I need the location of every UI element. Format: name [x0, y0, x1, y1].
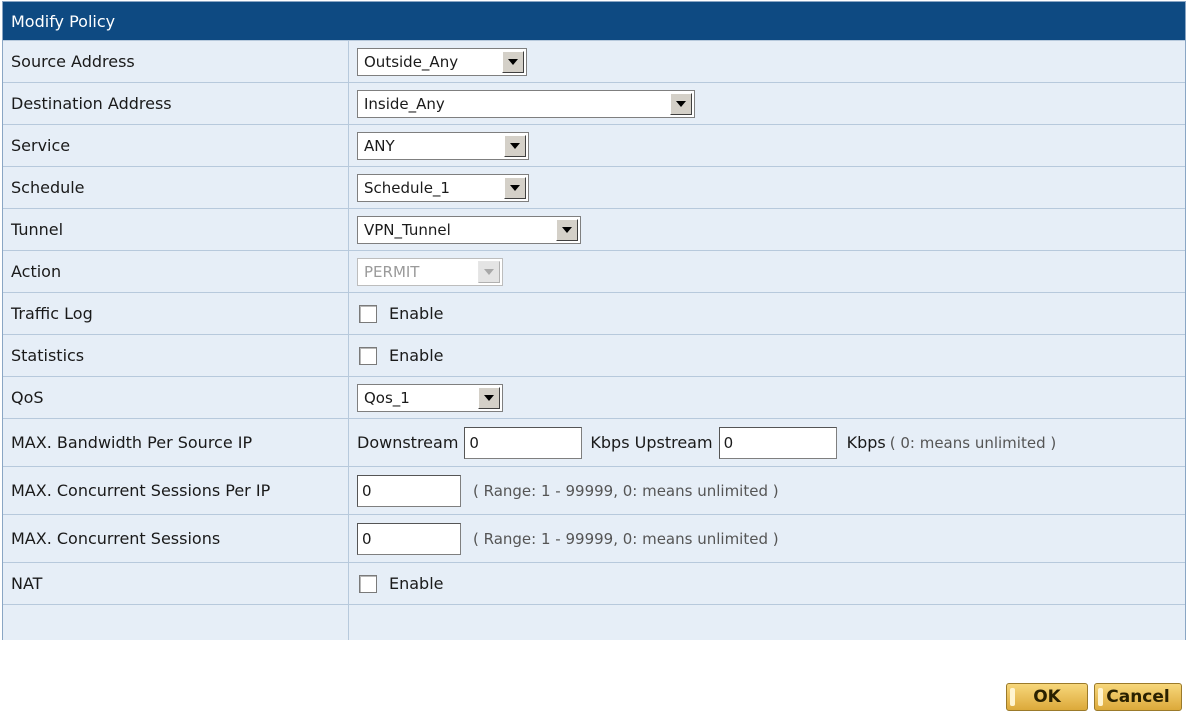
tunnel-label: Tunnel — [3, 209, 349, 250]
row-max-sessions-per-ip: MAX. Concurrent Sessions Per IP ( Range:… — [3, 466, 1185, 514]
service-select[interactable]: ANY — [357, 131, 529, 160]
service-label: Service — [3, 125, 349, 166]
traffic-log-label: Traffic Log — [3, 293, 349, 334]
downstream-input[interactable] — [464, 426, 583, 459]
action-value: PERMIT — [364, 262, 420, 281]
source-address-value: Outside_Any — [364, 52, 459, 71]
max-sessions-hint: ( Range: 1 - 99999, 0: means unlimited ) — [473, 529, 779, 548]
traffic-log-enable-label: Enable — [389, 304, 444, 323]
source-address-label: Source Address — [3, 41, 349, 82]
row-max-bandwidth: MAX. Bandwidth Per Source IP Downstream … — [3, 418, 1185, 466]
max-bandwidth-label: MAX. Bandwidth Per Source IP — [3, 419, 349, 466]
max-sessions-label: MAX. Concurrent Sessions — [3, 515, 349, 562]
chevron-down-icon[interactable] — [670, 92, 692, 115]
row-service: Service ANY — [3, 124, 1185, 166]
panel-header: Modify Policy — [3, 2, 1185, 40]
service-value: ANY — [364, 136, 395, 155]
chevron-down-icon[interactable] — [478, 386, 500, 409]
row-nat: NAT Enable — [3, 562, 1185, 604]
qos-value: Qos_1 — [364, 388, 410, 407]
kbps-upstream-label: Kbps Upstream — [590, 433, 713, 452]
schedule-value: Schedule_1 — [364, 178, 450, 197]
max-sessions-per-ip-hint: ( Range: 1 - 99999, 0: means unlimited ) — [473, 481, 779, 500]
button-bar: OK Cancel — [0, 640, 1187, 726]
chevron-down-icon[interactable] — [556, 218, 578, 241]
action-select: PERMIT — [357, 257, 503, 286]
chevron-down-icon[interactable] — [502, 50, 524, 73]
schedule-select[interactable]: Schedule_1 — [357, 173, 529, 202]
tunnel-select[interactable]: VPN_Tunnel — [357, 215, 581, 244]
max-sessions-per-ip-label: MAX. Concurrent Sessions Per IP — [3, 467, 349, 514]
page-title: Modify Policy — [11, 11, 116, 31]
source-address-select[interactable]: Outside_Any — [357, 47, 527, 76]
max-sessions-input[interactable] — [357, 522, 461, 555]
statistics-checkbox[interactable] — [359, 346, 377, 365]
tunnel-value: VPN_Tunnel — [364, 220, 451, 239]
destination-address-select[interactable]: Inside_Any — [357, 89, 695, 118]
qos-select[interactable]: Qos_1 — [357, 383, 503, 412]
schedule-label: Schedule — [3, 167, 349, 208]
chevron-down-icon[interactable] — [504, 176, 526, 199]
ok-button[interactable]: OK — [1006, 683, 1088, 711]
kbps-label: Kbps — [846, 433, 886, 452]
destination-address-label: Destination Address — [3, 83, 349, 124]
statistics-label: Statistics — [3, 335, 349, 376]
row-qos: QoS Qos_1 — [3, 376, 1185, 418]
downstream-label: Downstream — [357, 433, 459, 452]
row-action: Action PERMIT — [3, 250, 1185, 292]
traffic-log-checkbox[interactable] — [359, 304, 377, 323]
statistics-enable-label: Enable — [389, 346, 444, 365]
bandwidth-hint: ( 0: means unlimited ) — [889, 433, 1057, 452]
row-schedule: Schedule Schedule_1 — [3, 166, 1185, 208]
nat-enable-label: Enable — [389, 574, 444, 593]
nat-checkbox[interactable] — [359, 574, 377, 593]
cancel-button[interactable]: Cancel — [1094, 683, 1182, 711]
row-max-sessions: MAX. Concurrent Sessions ( Range: 1 - 99… — [3, 514, 1185, 562]
row-tunnel: Tunnel VPN_Tunnel — [3, 208, 1185, 250]
action-label: Action — [3, 251, 349, 292]
row-source-address: Source Address Outside_Any — [3, 40, 1185, 82]
qos-label: QoS — [3, 377, 349, 418]
upstream-input[interactable] — [718, 426, 837, 459]
row-traffic-log: Traffic Log Enable — [3, 292, 1185, 334]
chevron-down-icon — [478, 260, 500, 283]
max-sessions-per-ip-input[interactable] — [357, 474, 461, 507]
modify-policy-panel: Modify Policy Source Address Outside_Any… — [2, 1, 1186, 651]
nat-label: NAT — [3, 563, 349, 604]
row-destination-address: Destination Address Inside_Any — [3, 82, 1185, 124]
chevron-down-icon[interactable] — [504, 134, 526, 157]
row-statistics: Statistics Enable — [3, 334, 1185, 376]
destination-address-value: Inside_Any — [364, 94, 445, 113]
